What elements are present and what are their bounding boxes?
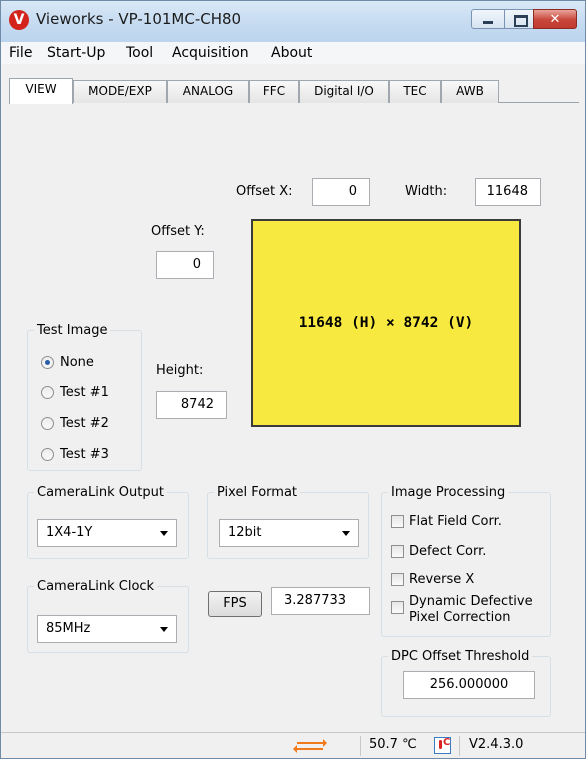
cameralink-clock-select[interactable]: 85MHz xyxy=(37,615,177,643)
close-button[interactable] xyxy=(533,9,577,29)
radio-icon xyxy=(41,448,54,461)
chevron-down-icon xyxy=(160,627,168,632)
checkbox-icon xyxy=(391,515,404,528)
window-title: Vieworks - VP-101MC-CH80 xyxy=(36,10,242,28)
pixel-format-legend: Pixel Format xyxy=(217,485,298,500)
cameralink-output-select[interactable]: 1X4-1Y xyxy=(37,519,177,547)
checkbox-icon xyxy=(391,573,404,586)
resolution-text: 11648 (H) × 8742 (V) xyxy=(298,315,474,331)
width-label: Width: xyxy=(405,184,448,199)
dpc-offset-input[interactable]: 256.000000 xyxy=(403,671,535,699)
offset-x-label: Offset X: xyxy=(236,184,293,199)
minimize-button[interactable] xyxy=(471,9,505,29)
select-value: 1X4-1Y xyxy=(46,525,93,540)
thermometer-icon[interactable] xyxy=(434,737,451,754)
radio-selected-icon xyxy=(41,356,54,369)
height-input[interactable]: 8742 xyxy=(156,391,227,419)
vieworks-logo-icon: V xyxy=(9,10,29,30)
defect-corr-checkbox[interactable]: Defect Corr. xyxy=(391,544,486,560)
offset-x-input[interactable]: 0 xyxy=(312,178,370,206)
image-processing-legend: Image Processing xyxy=(391,485,506,500)
offset-y-input[interactable]: 0 xyxy=(156,251,214,279)
radio-label: None xyxy=(60,355,94,370)
checkbox-label-line-1: Dynamic Defective xyxy=(409,594,533,609)
tab-view[interactable]: VIEW xyxy=(9,78,73,104)
version-label: V2.4.3.0 xyxy=(469,737,524,752)
tab-mode-exp[interactable]: MODE/EXP xyxy=(73,80,167,103)
radio-icon xyxy=(41,386,54,399)
tab-awb[interactable]: AWB xyxy=(441,80,499,103)
radio-label: Test #1 xyxy=(60,385,109,400)
tab-strip: VIEW MODE/EXP ANALOG FFC Digital I/O TEC… xyxy=(9,78,579,104)
radio-none[interactable]: None xyxy=(41,355,94,370)
transfer-arrows-icon xyxy=(293,739,327,753)
status-bar: 50.7 ℃ V2.4.3.0 xyxy=(1,732,585,758)
fps-button[interactable]: FPS xyxy=(208,591,262,617)
checkbox-label-line-2: Pixel Correction xyxy=(409,610,511,625)
radio-test-2[interactable]: Test #2 xyxy=(41,416,109,431)
offset-y-label: Offset Y: xyxy=(151,224,205,239)
fps-value: 3.287733 xyxy=(271,587,370,615)
menu-tool[interactable]: Tool xyxy=(126,45,153,61)
reverse-x-checkbox[interactable]: Reverse X xyxy=(391,572,474,588)
tab-analog[interactable]: ANALOG xyxy=(167,80,249,103)
chevron-down-icon xyxy=(160,531,168,536)
test-image-legend: Test Image xyxy=(37,323,108,338)
width-input[interactable]: 11648 xyxy=(475,178,541,206)
dpc-offset-legend: DPC Offset Threshold xyxy=(391,649,530,664)
menu-file[interactable]: File xyxy=(9,45,32,61)
dynamic-defective-pixel-correction-checkbox[interactable]: Dynamic Defective Pixel Correction xyxy=(391,594,533,626)
menu-start-up[interactable]: Start-Up xyxy=(47,45,105,61)
cameralink-output-legend: CameraLink Output xyxy=(37,485,164,500)
height-label: Height: xyxy=(156,363,204,378)
title-bar[interactable]: V Vieworks - VP-101MC-CH80 xyxy=(1,1,585,42)
checkbox-icon xyxy=(391,601,404,614)
status-separator xyxy=(459,736,460,756)
app-window: V Vieworks - VP-101MC-CH80 File Start-Up… xyxy=(0,0,586,759)
checkbox-icon xyxy=(391,545,404,558)
cameralink-clock-legend: CameraLink Clock xyxy=(37,579,155,594)
maximize-button[interactable] xyxy=(504,9,534,29)
chevron-down-icon xyxy=(342,531,350,536)
checkbox-label: Defect Corr. xyxy=(409,544,487,559)
status-separator xyxy=(360,736,361,756)
tab-tec[interactable]: TEC xyxy=(389,80,441,103)
pixel-format-select[interactable]: 12bit xyxy=(219,519,359,547)
checkbox-label: Flat Field Corr. xyxy=(409,514,502,529)
flat-field-corr-checkbox[interactable]: Flat Field Corr. xyxy=(391,514,502,530)
radio-label: Test #2 xyxy=(60,416,109,431)
radio-label: Test #3 xyxy=(60,447,109,462)
checkbox-label: Reverse X xyxy=(409,572,475,587)
select-value: 85MHz xyxy=(46,621,91,636)
tab-ffc[interactable]: FFC xyxy=(249,80,299,103)
radio-icon xyxy=(41,417,54,430)
menu-acquisition[interactable]: Acquisition xyxy=(172,45,249,61)
temperature-readout: 50.7 ℃ xyxy=(369,737,417,752)
radio-test-3[interactable]: Test #3 xyxy=(41,447,109,462)
select-value: 12bit xyxy=(228,525,262,540)
radio-test-1[interactable]: Test #1 xyxy=(41,385,109,400)
tab-digital-io[interactable]: Digital I/O xyxy=(299,80,389,103)
image-preview: 11648 (H) × 8742 (V) xyxy=(251,219,521,427)
menu-bar: File Start-Up Tool Acquisition About xyxy=(1,42,585,64)
menu-about[interactable]: About xyxy=(271,45,312,61)
